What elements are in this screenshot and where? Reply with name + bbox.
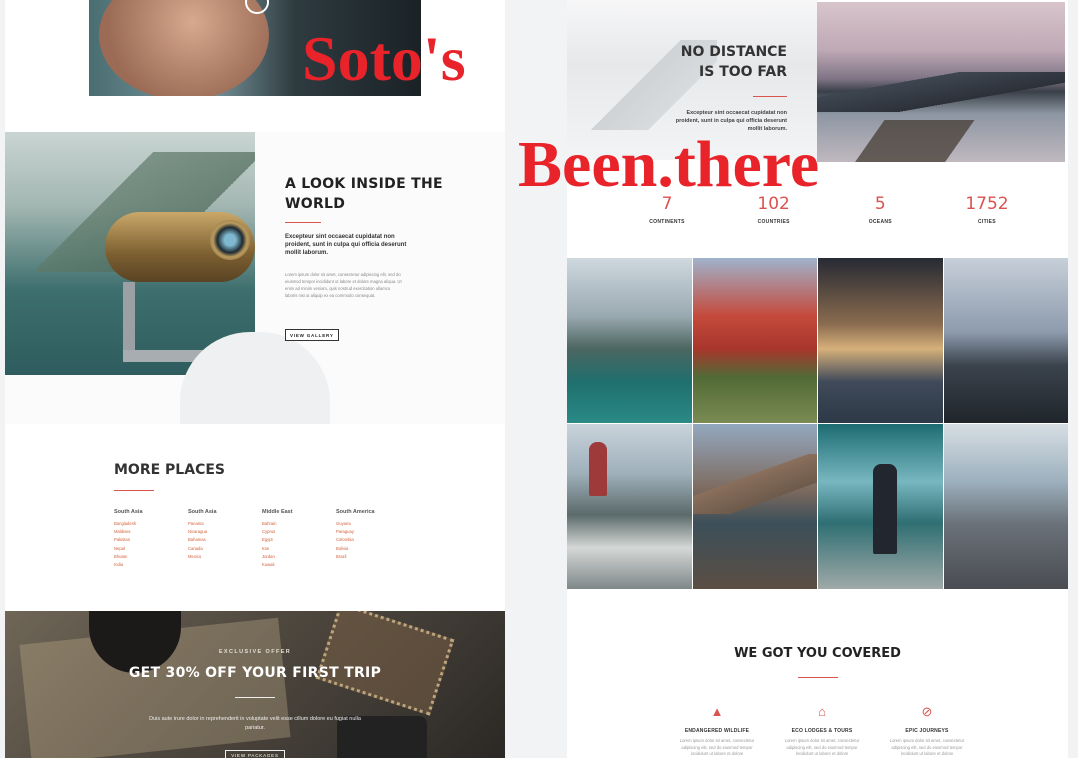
country-link[interactable]: Pakistan	[114, 536, 188, 544]
country-link[interactable]: Bolivia	[336, 545, 410, 553]
title-divider	[114, 490, 154, 491]
feature-text: Lorem ipsum dolor sit amet, consectetur …	[889, 738, 965, 756]
places-column: South America Guyana Paraguay Colombia Boliv…	[336, 509, 410, 569]
feature-item: ⊘ EPIC JOURNEYS Lorem ipsum dolor sit amet…	[882, 702, 972, 758]
no-distance-title: NO DISTANCE IS TOO FAR	[680, 44, 787, 80]
country-link[interactable]: Colombia	[336, 536, 410, 544]
places-title: MORE PLACES	[114, 462, 225, 478]
title-divider	[285, 222, 321, 223]
person-shape	[873, 464, 897, 554]
feature-item: ▲ ENDANGERED WILDLIFE Lorem ipsum dolor si…	[672, 702, 762, 758]
country-link[interactable]: Cyprus	[262, 528, 336, 536]
stat-label: COUNTRIES	[757, 219, 790, 225]
gallery-photo-pebbles[interactable]	[943, 424, 1068, 589]
no-distance-text: NO DISTANCE IS TOO FAR Excepteur sint oc…	[667, 42, 787, 133]
stamp-decoration	[315, 611, 455, 716]
places-column: Middle East Bahrain Cyprus Egypt Iran Jordan K…	[262, 509, 336, 569]
no-distance-section: NO DISTANCE IS TOO FAR Excepteur sint oc…	[567, 0, 1068, 250]
gallery-photo-sunset[interactable]	[818, 258, 943, 423]
view-gallery-button[interactable]: VIEW GALLERY	[285, 329, 339, 341]
stat-value: 1752	[965, 194, 1009, 214]
stat-label: CONTINENTS	[649, 219, 685, 225]
look-inside-section: A LOOK INSIDE THE WORLD Excepteur sint o…	[5, 132, 505, 424]
gallery-photo-boardwalk[interactable]	[692, 424, 817, 589]
country-link[interactable]: India	[114, 561, 188, 569]
binocular-lens	[210, 220, 250, 260]
feature-text: Lorem ipsum dolor sit amet, consectetur …	[784, 738, 860, 756]
look-text-block: A LOOK INSIDE THE WORLD Excepteur sint o…	[285, 174, 485, 342]
country-link[interactable]: Kuwait	[262, 561, 336, 569]
country-link[interactable]: Nicaragua	[188, 528, 262, 536]
dock-shape	[849, 120, 975, 162]
region-heading: South America	[336, 509, 375, 515]
country-link[interactable]: Maldives	[114, 528, 188, 536]
gallery-photo-red-rocks[interactable]	[692, 258, 817, 423]
region-heading: Middle East	[262, 509, 293, 515]
country-link[interactable]: Panama	[188, 520, 262, 528]
country-link[interactable]: Egypt	[262, 536, 336, 544]
feature-text: Lorem ipsum dolor sit amet, consectetur …	[679, 738, 755, 756]
country-link[interactable]: Guyana	[336, 520, 410, 528]
places-column: South Asia Panama Nicaragua Bahamas Canada Me…	[188, 509, 262, 569]
features-row: ▲ ENDANGERED WILDLIFE Lorem ipsum dolor si…	[672, 702, 972, 758]
gallery-photo-hiker-rocks[interactable]	[567, 424, 692, 589]
home-icon: ⌂	[818, 703, 826, 719]
country-link[interactable]: Jordan	[262, 553, 336, 561]
stat-label: CITIES	[978, 219, 996, 225]
covered-section: WE GOT YOU COVERED ▲ ENDANGERED WILDLIFE L…	[567, 590, 1068, 758]
country-link[interactable]: Canada	[188, 545, 262, 553]
feature-title: ECO LODGES & TOURS	[791, 728, 853, 734]
overlay-title: Soto's	[302, 23, 466, 94]
offer-divider	[235, 697, 275, 698]
offer-text: Duis aute irure dolor in reprehenderit i…	[149, 716, 361, 731]
title-divider	[753, 96, 787, 97]
country-link[interactable]: Paraguay	[336, 528, 410, 536]
person-shape	[589, 442, 607, 496]
covered-title: WE GOT YOU COVERED	[734, 646, 901, 661]
stat-label: OCEANS	[868, 219, 892, 225]
peak-shape	[692, 454, 817, 514]
offer-eyebrow: EXCLUSIVE OFFER	[218, 649, 292, 655]
region-heading: South Asia	[114, 509, 143, 515]
country-link[interactable]: Brazil	[336, 553, 410, 561]
places-columns: South Asia Bangladesh Maldives Pakistan Nepa…	[114, 509, 494, 569]
country-link[interactable]: Bhutan	[114, 553, 188, 561]
country-link[interactable]: Mexico	[188, 553, 262, 561]
feature-title: ENDANGERED WILDLIFE	[684, 728, 750, 734]
look-title: A LOOK INSIDE THE WORLD	[285, 176, 443, 212]
look-lead: Excepteur sint occaecat cupidatat non pr…	[285, 234, 407, 256]
country-link[interactable]: Bangladesh	[114, 520, 188, 528]
country-link[interactable]: Bahamas	[188, 536, 262, 544]
overlay-subtitle: Been.there	[518, 128, 820, 201]
region-heading: South Asia	[188, 509, 217, 515]
right-page-preview: NO DISTANCE IS TOO FAR Excepteur sint oc…	[567, 0, 1068, 758]
offer-banner: EXCLUSIVE OFFER GET 30% OFF YOUR FIRST T…	[5, 611, 505, 758]
places-column: South Asia Bangladesh Maldives Pakistan Nepa…	[114, 509, 188, 569]
compass-icon: ⊘	[921, 703, 933, 719]
hand-shape	[99, 0, 269, 96]
gallery-photo-cliffs[interactable]	[943, 258, 1068, 423]
country-link[interactable]: Iran	[262, 545, 336, 553]
gallery-photo-lake-valley[interactable]	[567, 258, 692, 423]
mountain-ridge	[817, 72, 1065, 112]
stat-item: 1752 CITIES	[937, 194, 1037, 225]
country-link[interactable]: Bahrain	[262, 520, 336, 528]
look-body: Lorem ipsum dolor sit amet, consectetur …	[285, 272, 402, 298]
feature-item: ⌂ ECO LODGES & TOURS Lorem ipsum dolor sit…	[777, 702, 867, 758]
view-packages-button[interactable]: VIEW PACKAGES	[225, 750, 285, 758]
stat-item: 5 OCEANS	[830, 194, 930, 225]
offer-title: GET 30% OFF YOUR FIRST TRIP	[128, 665, 382, 681]
lake-dock-photo	[817, 2, 1065, 162]
feature-title: EPIC JOURNEYS	[905, 728, 949, 734]
country-link[interactable]: Nepal	[114, 545, 188, 553]
stat-value: 5	[874, 194, 886, 214]
title-divider	[798, 677, 838, 678]
left-page-preview: A LOOK INSIDE THE WORLD Excepteur sint o…	[5, 0, 505, 758]
photo-gallery	[567, 258, 1068, 589]
warning-cone-icon: ▲	[710, 703, 724, 719]
more-places-section: MORE PLACES South Asia Bangladesh Maldives…	[114, 462, 494, 569]
gallery-photo-lake-person[interactable]	[818, 424, 943, 589]
